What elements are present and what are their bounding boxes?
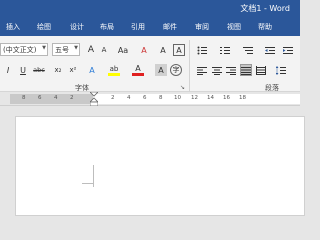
ruler-tick: 8 bbox=[22, 95, 26, 101]
phonetic-guide-icon[interactable]: A bbox=[157, 44, 169, 56]
tab-insert[interactable]: 插入 bbox=[6, 22, 20, 32]
ruler-tick: 8 bbox=[159, 95, 163, 101]
chevron-down-icon: ▼ bbox=[74, 45, 78, 51]
tab-mailings[interactable]: 邮件 bbox=[163, 22, 177, 32]
tab-view[interactable]: 视图 bbox=[227, 22, 241, 32]
align-left-icon[interactable] bbox=[196, 64, 208, 76]
page-corner-mark bbox=[82, 183, 94, 184]
enclose-character-icon[interactable]: 字 bbox=[170, 64, 182, 76]
change-case-icon[interactable]: Aa bbox=[115, 44, 131, 56]
tab-design[interactable]: 设计 bbox=[70, 22, 84, 32]
numbering-icon[interactable] bbox=[219, 44, 231, 56]
ruler-tick: 16 bbox=[223, 95, 230, 101]
font-color-icon[interactable]: A bbox=[132, 64, 144, 76]
group-divider bbox=[189, 40, 190, 92]
font-name-value: (中文正文) bbox=[3, 45, 37, 54]
shrink-font-icon[interactable]: A bbox=[98, 44, 110, 56]
ruler-tick: 2 bbox=[70, 95, 74, 101]
subscript-button[interactable]: x₂ bbox=[52, 64, 64, 76]
ribbon-home: (中文正文) ▼ 五号 ▼ A A Aa A A A I U abc x₂ x²… bbox=[0, 36, 300, 92]
decrease-indent-icon[interactable] bbox=[264, 44, 276, 56]
ruler-tick: 4 bbox=[54, 95, 58, 101]
bullets-icon[interactable] bbox=[196, 44, 208, 56]
ruler-tick: 2 bbox=[111, 95, 115, 101]
font-name-dropdown[interactable]: (中文正文) ▼ bbox=[0, 43, 48, 56]
clear-formatting-icon[interactable]: A bbox=[138, 44, 150, 56]
align-right-icon[interactable] bbox=[225, 64, 237, 76]
window-title: 文档1 - Word bbox=[240, 4, 290, 13]
italic-button[interactable]: I bbox=[2, 64, 14, 76]
font-dialog-launcher-icon[interactable]: ↘ bbox=[180, 84, 185, 91]
text-effects-icon[interactable]: A bbox=[86, 64, 98, 76]
ruler-tick: 18 bbox=[239, 95, 246, 101]
tab-draw[interactable]: 绘图 bbox=[37, 22, 51, 32]
underline-button[interactable]: U bbox=[17, 64, 29, 76]
highlight-icon[interactable]: ab bbox=[108, 64, 120, 76]
chevron-down-icon: ▼ bbox=[42, 45, 46, 51]
document-canvas bbox=[0, 106, 305, 216]
document-page[interactable] bbox=[15, 116, 305, 216]
align-center-icon[interactable] bbox=[211, 64, 223, 76]
tab-references[interactable]: 引用 bbox=[131, 22, 145, 32]
font-size-dropdown[interactable]: 五号 ▼ bbox=[52, 43, 80, 56]
distributed-icon[interactable] bbox=[255, 64, 267, 76]
multilevel-list-icon[interactable] bbox=[242, 44, 254, 56]
grow-font-icon[interactable]: A bbox=[85, 44, 97, 56]
character-shading-icon[interactable]: A bbox=[155, 64, 167, 76]
ruler-tick: 10 bbox=[174, 95, 181, 101]
ruler-tick: 6 bbox=[38, 95, 42, 101]
ruler-tick: 6 bbox=[143, 95, 147, 101]
tab-review[interactable]: 审阅 bbox=[195, 22, 209, 32]
tab-layout[interactable]: 布局 bbox=[100, 22, 114, 32]
character-border-icon[interactable]: A bbox=[173, 44, 185, 56]
increase-indent-icon[interactable] bbox=[282, 44, 294, 56]
ruler-tick: 4 bbox=[127, 95, 131, 101]
ruler-tick: 12 bbox=[191, 95, 198, 101]
strikethrough-button[interactable]: abc bbox=[31, 64, 47, 76]
line-spacing-icon[interactable] bbox=[275, 64, 287, 76]
ruler-tick: 14 bbox=[207, 95, 214, 101]
title-bar: 文档1 - Word bbox=[0, 0, 300, 17]
justify-icon[interactable] bbox=[240, 64, 252, 76]
font-size-value: 五号 bbox=[55, 45, 69, 54]
superscript-button[interactable]: x² bbox=[67, 64, 79, 76]
indent-marker-icon[interactable] bbox=[90, 92, 98, 106]
tab-help[interactable]: 帮助 bbox=[258, 22, 272, 32]
horizontal-ruler[interactable]: 8 6 4 2 2 4 6 8 10 12 14 16 18 bbox=[0, 92, 300, 106]
ribbon-tab-bar: 插入 绘图 设计 布局 引用 邮件 审阅 视图 帮助 bbox=[0, 17, 300, 36]
